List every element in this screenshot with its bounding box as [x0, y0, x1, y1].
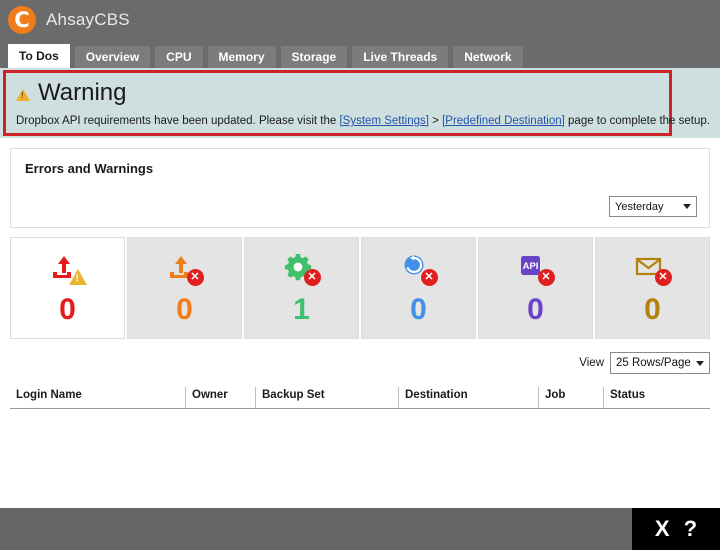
restore-error-icon: ✕ [400, 249, 438, 289]
close-button[interactable]: X [655, 518, 670, 540]
warning-message: Dropbox API requirements have been updat… [16, 115, 659, 127]
tile-api-error-count: 0 [527, 293, 544, 327]
warning-badge-icon [69, 269, 87, 285]
tile-backup-error[interactable]: ✕ 0 [127, 237, 242, 339]
column-header-login-name[interactable]: Login Name [10, 387, 185, 408]
warning-title: Warning [38, 79, 126, 107]
app-window: C AhsayCBS To Dos Overview CPU Memory St… [0, 0, 720, 550]
tile-api-error[interactable]: API ✕ 0 [478, 237, 593, 339]
column-header-destination[interactable]: Destination [398, 387, 538, 408]
app-title: AhsayCBS [46, 10, 130, 30]
table-header-row: Login Name Owner Backup Set Destination … [10, 387, 710, 409]
ahsay-c-logo-icon: C [8, 6, 36, 34]
gear-error-icon: ✕ [283, 249, 321, 289]
tile-backup-error-count: 0 [176, 293, 193, 327]
tile-gear-error-count: 1 [293, 293, 310, 327]
tab-to-dos[interactable]: To Dos [8, 44, 70, 68]
tab-bar: To Dos Overview CPU Memory Storage Live … [0, 40, 720, 68]
tab-storage[interactable]: Storage [281, 46, 348, 68]
app-header: C AhsayCBS [0, 0, 720, 40]
tab-network[interactable]: Network [453, 46, 522, 68]
warning-triangle-icon [16, 89, 30, 101]
tab-memory[interactable]: Memory [208, 46, 276, 68]
warning-message-suffix: page to complete the setup. [565, 115, 710, 127]
main-content: Errors and Warnings Yesterday [0, 148, 720, 409]
svg-text:API: API [522, 261, 538, 272]
tile-backup-warning-count: 0 [59, 293, 76, 327]
backup-warning-icon [49, 249, 87, 289]
results-table: View 25 Rows/Page Login Name Owner Backu… [10, 351, 710, 409]
column-header-job[interactable]: Job [538, 387, 603, 408]
period-select-value: Yesterday [615, 201, 683, 213]
tile-gear-error[interactable]: ✕ 1 [244, 237, 359, 339]
chevron-down-icon [683, 204, 691, 209]
rows-per-page-select[interactable]: 25 Rows/Page [610, 352, 710, 374]
tile-mail-error[interactable]: ✕ 0 [595, 237, 710, 339]
error-badge-icon: ✕ [538, 269, 555, 286]
error-badge-icon: ✕ [304, 269, 321, 286]
tile-backup-warning[interactable]: 0 [10, 237, 125, 339]
tile-restore-error-count: 0 [410, 293, 427, 327]
errors-and-warnings-panel: Errors and Warnings Yesterday [10, 148, 710, 228]
warning-banner-title-row: Warning [16, 79, 659, 107]
footer-actions: X ? [632, 508, 720, 550]
logo-letter: C [8, 6, 36, 34]
tab-overview[interactable]: Overview [75, 46, 150, 68]
warning-message-prefix: Dropbox API requirements have been updat… [16, 115, 339, 127]
warning-banner-region: Warning Dropbox API requirements have be… [0, 68, 720, 138]
footer-bar: X ? [0, 508, 720, 550]
column-header-backup-set[interactable]: Backup Set [255, 387, 398, 408]
column-header-status[interactable]: Status [603, 387, 701, 408]
help-button[interactable]: ? [684, 518, 697, 540]
backup-error-icon: ✕ [166, 249, 204, 289]
rows-per-page-value: 25 Rows/Page [616, 357, 696, 369]
tab-cpu[interactable]: CPU [155, 46, 202, 68]
system-settings-link[interactable]: [System Settings] [339, 115, 428, 127]
mail-error-icon: ✕ [634, 249, 672, 289]
warning-banner: Warning Dropbox API requirements have be… [3, 70, 672, 136]
view-controls: View 25 Rows/Page [10, 351, 710, 375]
error-badge-icon: ✕ [421, 269, 438, 286]
tile-restore-error[interactable]: ✕ 0 [361, 237, 476, 339]
status-tiles: 0 ✕ 0 [10, 237, 710, 339]
period-select[interactable]: Yesterday [609, 196, 697, 217]
link-separator: > [429, 115, 442, 127]
tile-mail-error-count: 0 [644, 293, 661, 327]
error-badge-icon: ✕ [187, 269, 204, 286]
errors-and-warnings-heading: Errors and Warnings [25, 161, 695, 176]
api-error-icon: API ✕ [517, 249, 555, 289]
tab-live-threads[interactable]: Live Threads [352, 46, 448, 68]
chevron-down-icon [696, 361, 704, 366]
error-badge-icon: ✕ [655, 269, 672, 286]
view-label: View [579, 357, 604, 369]
column-header-owner[interactable]: Owner [185, 387, 255, 408]
predefined-destination-link[interactable]: [Predefined Destination] [442, 115, 565, 127]
